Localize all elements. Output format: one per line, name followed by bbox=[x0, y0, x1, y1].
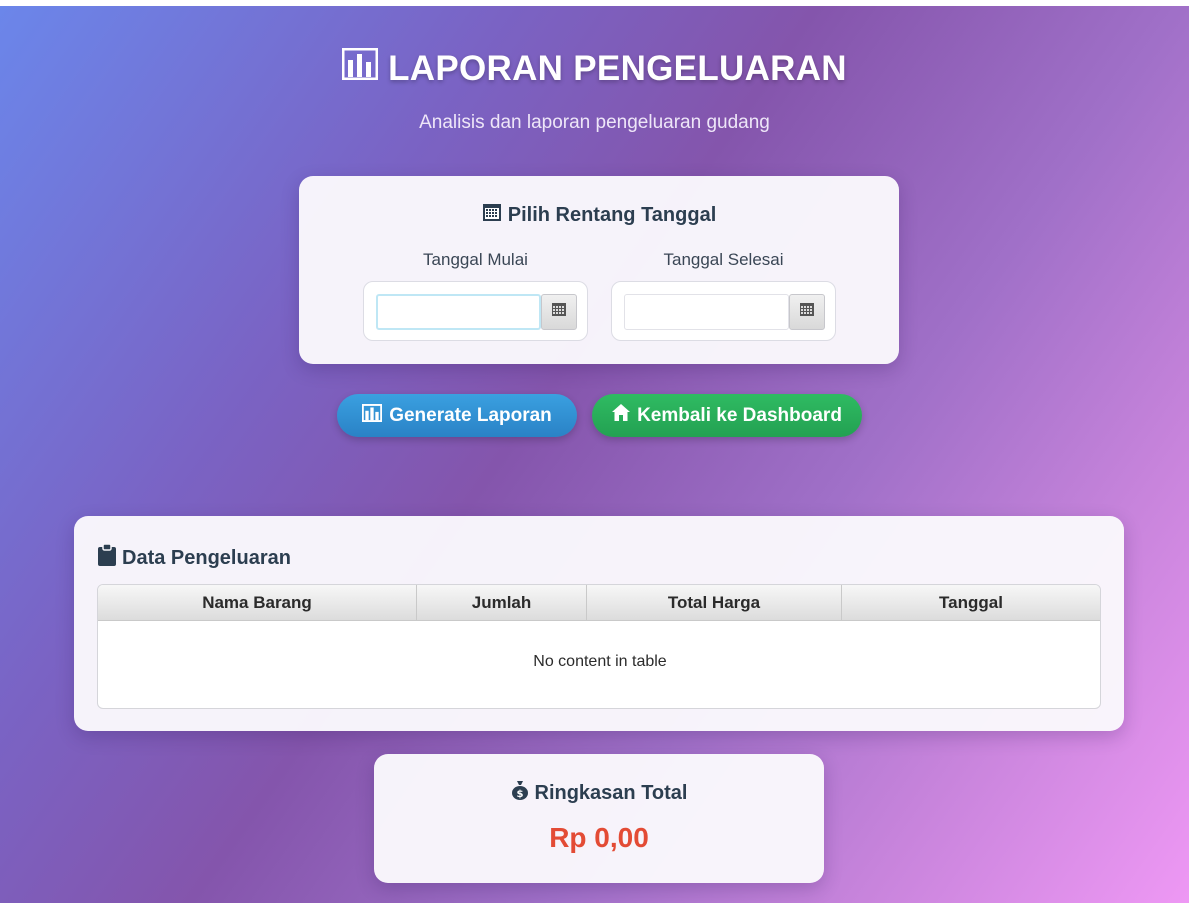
end-date-label: Tanggal Selesai bbox=[663, 250, 784, 269]
expense-data-title-text: Data Pengeluaran bbox=[122, 546, 291, 569]
date-range-title-text: Pilih Rentang Tanggal bbox=[507, 203, 717, 226]
column-header-tanggal[interactable]: Tanggal bbox=[842, 585, 1100, 620]
expense-data-title: Data Pengeluaran bbox=[98, 543, 291, 572]
start-date-picker bbox=[363, 281, 588, 341]
column-header-jumlah[interactable]: Jumlah bbox=[417, 585, 587, 620]
summary-title-text: Ringkasan Total bbox=[534, 781, 688, 804]
summary-total-value: Rp 0,00 bbox=[549, 822, 649, 853]
summary-title: $ Ringkasan Total bbox=[374, 780, 824, 806]
calendar-icon bbox=[800, 303, 814, 321]
page-subtitle: Analisis dan laporan pengeluaran gudang bbox=[419, 112, 770, 133]
end-date-input[interactable] bbox=[624, 294, 789, 330]
summary-card: $ Ringkasan Total Rp 0,00 bbox=[374, 754, 824, 883]
column-header-nama-barang[interactable]: Nama Barang bbox=[98, 585, 417, 620]
generate-report-label: Generate Laporan bbox=[389, 404, 552, 426]
date-range-title: Pilih Rentang Tanggal bbox=[299, 202, 899, 228]
column-header-total-harga[interactable]: Total Harga bbox=[587, 585, 842, 620]
expense-data-card: Data Pengeluaran Nama Barang Jumlah Tota… bbox=[74, 516, 1124, 731]
page-title: LAPORAN PENGELUARAN bbox=[0, 47, 1189, 89]
money-bag-icon: $ bbox=[511, 780, 529, 806]
back-to-dashboard-label: Kembali ke Dashboard bbox=[637, 404, 842, 426]
bar-chart-icon bbox=[341, 47, 379, 89]
table-empty-message: No content in table bbox=[533, 653, 667, 670]
calendar-icon bbox=[552, 303, 566, 321]
bar-chart-icon bbox=[362, 403, 383, 428]
start-date-label: Tanggal Mulai bbox=[423, 250, 528, 269]
page-title-text: LAPORAN PENGELUARAN bbox=[388, 48, 847, 88]
generate-report-button[interactable]: Generate Laporan bbox=[337, 394, 577, 437]
table-header-row: Nama Barang Jumlah Total Harga Tanggal bbox=[98, 585, 1100, 621]
home-icon bbox=[612, 404, 631, 427]
date-range-card: Pilih Rentang Tanggal Tanggal Mulai Tang… bbox=[299, 176, 899, 364]
end-date-calendar-button[interactable] bbox=[789, 294, 825, 330]
clipboard-icon bbox=[98, 543, 116, 572]
end-date-picker bbox=[611, 281, 836, 341]
svg-text:$: $ bbox=[516, 789, 523, 800]
expense-table: Nama Barang Jumlah Total Harga Tanggal N… bbox=[97, 584, 1101, 709]
calendar-icon bbox=[482, 202, 502, 228]
start-date-input[interactable] bbox=[376, 294, 541, 330]
back-to-dashboard-button[interactable]: Kembali ke Dashboard bbox=[592, 394, 862, 437]
start-date-calendar-button[interactable] bbox=[541, 294, 577, 330]
